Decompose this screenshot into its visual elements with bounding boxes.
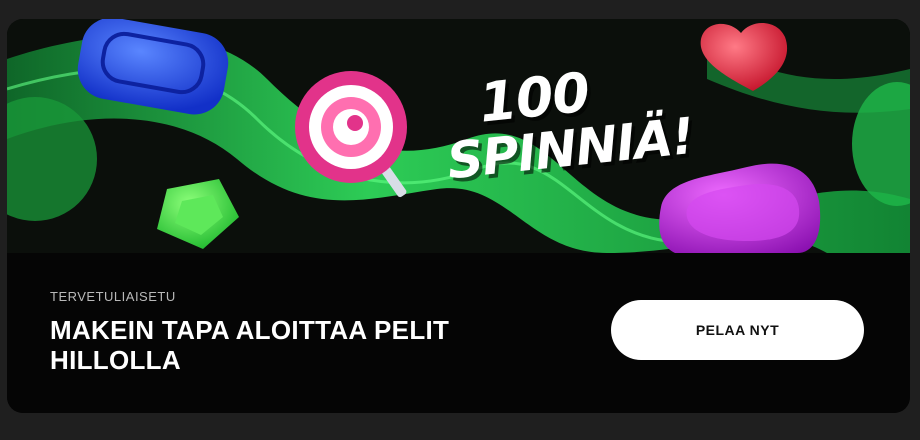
lollipop-icon [295,71,407,198]
promo-headline: 100 SPINNIÄ! [439,55,696,191]
promo-card: 100 SPINNIÄ! TERVETULIAISETU MAKEIN TAPA… [7,19,910,413]
purple-candy-icon [659,163,821,253]
heart-candy-icon [700,22,788,91]
green-candy-icon [157,179,239,249]
offer-title: MAKEIN TAPA ALOITTAA PELIT HILLOLLA [50,315,450,375]
offer-info: TERVETULIAISETU MAKEIN TAPA ALOITTAA PEL… [7,253,910,413]
play-now-button[interactable]: PELAA NYT [611,300,864,360]
offer-eyebrow: TERVETULIAISETU [50,289,176,304]
promo-banner: 100 SPINNIÄ! [7,19,910,253]
blue-candy-icon [77,19,229,115]
